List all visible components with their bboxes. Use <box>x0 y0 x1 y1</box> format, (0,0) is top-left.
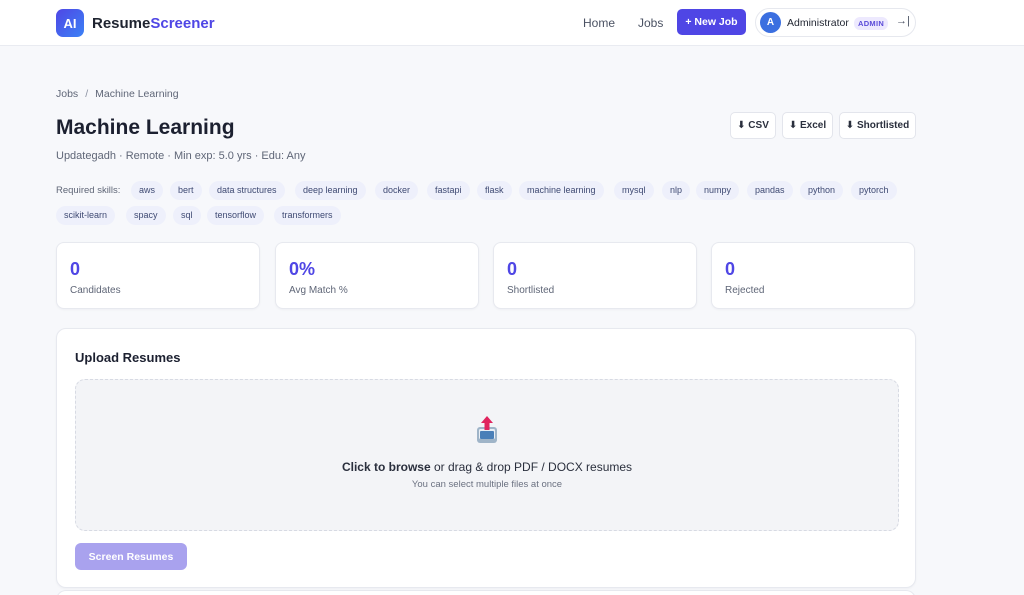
brand-name-part1: Resume <box>92 14 151 32</box>
skill-chip: sql <box>173 206 201 225</box>
new-job-button[interactable]: + New Job <box>677 9 746 35</box>
skills-label: Required skills: <box>56 185 121 196</box>
job-meta: Updategadh · Remote · Min exp: 5.0 yrs ·… <box>56 150 306 162</box>
skill-chip: numpy <box>696 181 740 200</box>
breadcrumb-current: Machine Learning <box>95 88 179 100</box>
skill-chip: mysql <box>614 181 654 200</box>
skill-chip: spacy <box>126 206 166 225</box>
skill-chip: bert <box>170 181 202 200</box>
stat-card-shortlisted: 0 Shortlisted <box>493 242 697 309</box>
browse-link[interactable]: Click to browse <box>342 460 431 474</box>
skill-chip: tensorflow <box>207 206 265 225</box>
skill-chip: fastapi <box>427 181 470 200</box>
stat-label: Shortlisted <box>507 285 555 296</box>
page-title: Machine Learning <box>56 116 235 139</box>
skill-chip: pytorch <box>851 181 897 200</box>
top-navbar: AI ResumeScreener Home Jobs + New Job A … <box>0 0 1024 46</box>
skill-chip: pandas <box>747 181 793 200</box>
skill-chip: data structures <box>209 181 285 200</box>
stat-label: Rejected <box>725 285 765 296</box>
brand[interactable]: AI ResumeScreener <box>56 9 215 37</box>
stat-value: 0 <box>70 259 81 279</box>
stat-value: 0 <box>507 259 518 279</box>
stat-value: 0% <box>289 259 316 279</box>
screen-resumes-button[interactable]: Screen Resumes <box>75 543 187 570</box>
skill-chip: python <box>800 181 844 200</box>
breadcrumb: Jobs / Machine Learning <box>56 88 179 100</box>
upload-tray-icon <box>477 416 497 443</box>
next-panel <box>56 590 916 595</box>
brand-name: ResumeScreener <box>92 15 215 32</box>
stat-card-candidates: 0 Candidates <box>56 242 260 309</box>
export-csv-button[interactable]: ⬇ CSV <box>730 112 776 139</box>
export-shortlisted-button[interactable]: ⬇ Shortlisted <box>839 112 916 139</box>
drop-instructions: Click to browse or drag & drop PDF / DOC… <box>76 460 898 474</box>
upload-resumes-panel: Upload Resumes Click to browse or drag &… <box>56 328 916 588</box>
nav-home-link[interactable]: Home <box>583 16 615 30</box>
stat-label: Candidates <box>70 285 121 296</box>
nav-jobs-link[interactable]: Jobs <box>638 16 663 30</box>
logout-icon[interactable]: →| <box>896 15 910 27</box>
stat-value: 0 <box>725 259 736 279</box>
skill-chip: scikit-learn <box>56 206 116 225</box>
drop-text: or drag & drop PDF / DOCX resumes <box>430 460 633 474</box>
stat-label: Avg Match % <box>289 285 348 296</box>
skill-chip: aws <box>131 181 164 200</box>
role-badge: ADMIN <box>854 17 889 30</box>
resume-dropzone[interactable]: Click to browse or drag & drop PDF / DOC… <box>75 379 899 531</box>
upload-title: Upload Resumes <box>75 350 181 365</box>
skill-chip: transformers <box>274 206 341 225</box>
avatar: A <box>760 12 781 33</box>
brand-logo-icon: AI <box>56 9 84 37</box>
skill-chip: deep learning <box>295 181 366 200</box>
skill-chip: nlp <box>662 181 691 200</box>
skill-chip: docker <box>375 181 419 200</box>
skill-chip: flask <box>477 181 512 200</box>
stat-card-avg-match: 0% Avg Match % <box>275 242 479 309</box>
user-menu[interactable]: A Administrator ADMIN →| <box>755 8 916 37</box>
user-name: Administrator <box>787 17 849 29</box>
breadcrumb-separator: / <box>85 88 89 100</box>
stat-card-rejected: 0 Rejected <box>711 242 915 309</box>
breadcrumb-jobs-link[interactable]: Jobs <box>56 88 78 100</box>
drop-hint: You can select multiple files at once <box>411 479 563 490</box>
skill-chip: machine learning <box>519 181 604 200</box>
export-excel-button[interactable]: ⬇ Excel <box>782 112 833 139</box>
brand-name-part2: Screener <box>150 14 215 32</box>
